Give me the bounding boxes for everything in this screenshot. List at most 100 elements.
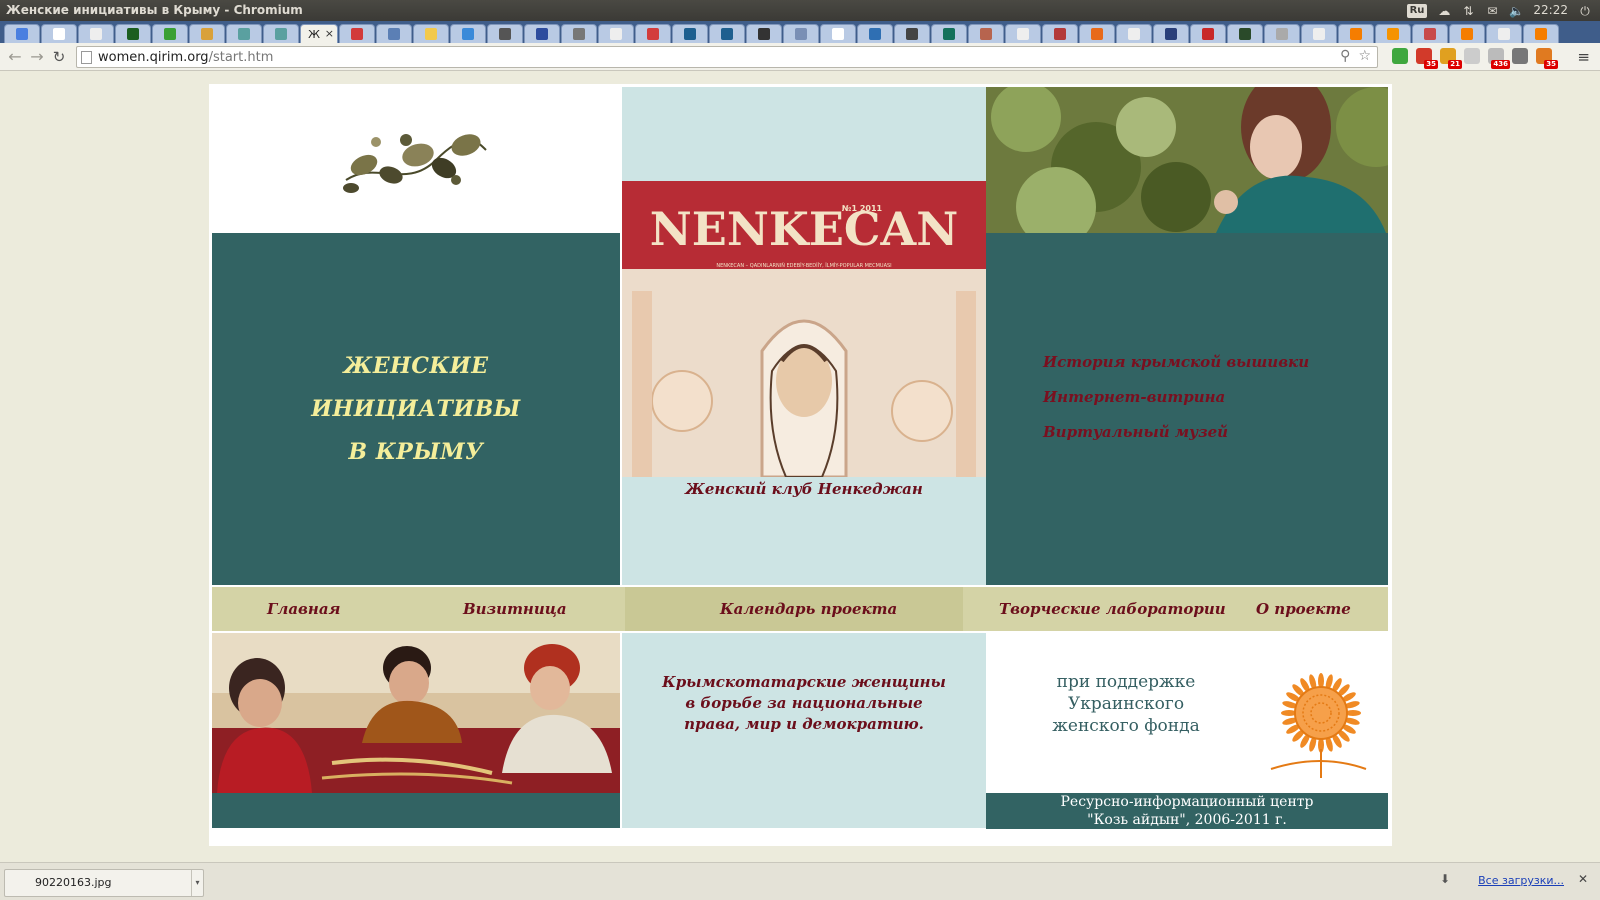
- cloud-icon[interactable]: ☁: [1437, 5, 1451, 17]
- nav-project-calendar[interactable]: Календарь проекта: [720, 587, 897, 631]
- extension-badge: 35: [1424, 60, 1438, 69]
- shield-icon: [536, 28, 548, 40]
- tab-active[interactable]: Ж ×: [300, 24, 338, 43]
- all-downloads-link[interactable]: Все загрузки...: [1478, 874, 1564, 887]
- browser-tab[interactable]: [783, 24, 819, 43]
- close-icon[interactable]: ✕: [1578, 872, 1588, 886]
- browser-tab[interactable]: [115, 24, 151, 43]
- side-links-panel: История крымской вышивки Интернет-витрин…: [986, 233, 1388, 585]
- browser-tab[interactable]: [1449, 24, 1485, 43]
- green-dot-icon[interactable]: [1392, 48, 1408, 64]
- swirl-icon: [1276, 28, 1288, 40]
- browser-tab[interactable]: [1116, 24, 1152, 43]
- nav-creative-labs[interactable]: Творческие лаборатории: [999, 587, 1226, 631]
- browser-tab[interactable]: [931, 24, 967, 43]
- nav-home[interactable]: Главная: [267, 587, 341, 631]
- keyboard-layout-indicator[interactable]: Ru: [1406, 3, 1428, 18]
- rss-icon[interactable]: 35: [1536, 48, 1558, 69]
- extension-badge: 21: [1448, 60, 1462, 69]
- url-text[interactable]: women.qirim.org/start.htm: [98, 50, 273, 65]
- browser-tab[interactable]: [820, 24, 856, 43]
- browser-tab[interactable]: [263, 24, 299, 43]
- chrome-menu-icon[interactable]: ≡: [1577, 48, 1590, 66]
- browser-tab[interactable]: [413, 24, 449, 43]
- browser-tab[interactable]: [561, 24, 597, 43]
- zoom-icon[interactable]: ⚲: [1340, 48, 1350, 64]
- nav-about-project[interactable]: О проекте: [1256, 587, 1351, 631]
- browser-tab[interactable]: [189, 24, 225, 43]
- power-icon[interactable]: ⏻: [1578, 5, 1592, 17]
- magazine-panel: NENKECAN №1 2011 NENKECAN – QADINLARNIÑ …: [622, 87, 986, 585]
- browser-tab[interactable]: [1338, 24, 1374, 43]
- sponsor-line: при поддержке: [1056, 672, 1196, 692]
- tab-strip: Ж ×: [0, 21, 1600, 43]
- abbyy-icon: [53, 28, 65, 40]
- browser-tab[interactable]: [1227, 24, 1263, 43]
- ok-icon: [1387, 28, 1399, 40]
- browser-tab[interactable]: [1005, 24, 1041, 43]
- sun-icon: [425, 28, 437, 40]
- browser-tab[interactable]: [709, 24, 745, 43]
- forward-button[interactable]: →: [26, 46, 48, 68]
- browser-tab[interactable]: [1264, 24, 1300, 43]
- browser-tab[interactable]: [524, 24, 560, 43]
- browser-tab[interactable]: [41, 24, 77, 43]
- browser-tab[interactable]: [487, 24, 523, 43]
- browser-tab[interactable]: [1042, 24, 1078, 43]
- address-bar[interactable]: women.qirim.org/start.htm ⚲ ☆: [76, 46, 1378, 68]
- browser-tab[interactable]: [4, 24, 40, 43]
- motto-line: Крымскотатарские женщины: [662, 673, 946, 691]
- web-page: ЖЕНСКИЕ ИНИЦИАТИВЫ В КРЫМУ NENKECAN №1 2…: [0, 72, 1600, 862]
- browser-tab[interactable]: [1079, 24, 1115, 43]
- download-filename: 90220163.jpg: [35, 876, 112, 889]
- window-title-bar: Женские инициативы в Крыму - Chromium Ru…: [0, 0, 1600, 21]
- clock[interactable]: 22:22: [1533, 0, 1568, 21]
- panel-icon[interactable]: [1464, 48, 1480, 64]
- browser-tab[interactable]: [1153, 24, 1189, 43]
- bookmark-star-icon[interactable]: ☆: [1358, 48, 1371, 64]
- chart-icon: [943, 28, 955, 40]
- gmail-icon[interactable]: 35: [1416, 48, 1438, 69]
- browser-tab[interactable]: [450, 24, 486, 43]
- volume-icon[interactable]: 🔈: [1509, 5, 1524, 17]
- chrome-icon[interactable]: 21: [1440, 48, 1462, 69]
- browser-tab[interactable]: [226, 24, 262, 43]
- close-tab-icon[interactable]: ×: [325, 27, 334, 40]
- embroidery-history-link[interactable]: История крымской вышивки: [1043, 353, 1309, 371]
- browser-tab[interactable]: [1486, 24, 1522, 43]
- avatar-icon: [980, 28, 992, 40]
- internet-showcase-link[interactable]: Интернет-витрина: [1043, 388, 1225, 406]
- wrench-icon[interactable]: [1512, 48, 1528, 64]
- browser-tab[interactable]: [1523, 24, 1559, 43]
- browser-tab[interactable]: [1301, 24, 1337, 43]
- browser-tab[interactable]: [376, 24, 412, 43]
- calendar-icon[interactable]: 436: [1488, 48, 1510, 69]
- browser-tab[interactable]: [78, 24, 114, 43]
- nav-business-cards[interactable]: Визитница: [463, 587, 567, 631]
- browser-tab[interactable]: [968, 24, 1004, 43]
- browser-tab[interactable]: [746, 24, 782, 43]
- browser-tab[interactable]: [339, 24, 375, 43]
- browser-tab[interactable]: [1375, 24, 1411, 43]
- virtual-museum-link[interactable]: Виртуальный музей: [1043, 423, 1228, 441]
- site-title-line: В КРЫМУ: [348, 438, 484, 465]
- network-icon[interactable]: ⇅: [1461, 5, 1475, 17]
- magazine-cover-image[interactable]: NENKECAN №1 2011 NENKECAN – QADINLARNIÑ …: [622, 181, 986, 477]
- mail-icon[interactable]: ✉: [1485, 5, 1499, 17]
- browser-tab[interactable]: [857, 24, 893, 43]
- download-menu-chevron-icon[interactable]: ▾: [191, 870, 203, 896]
- back-arrow-icon: ←: [8, 47, 22, 66]
- browser-tab[interactable]: [894, 24, 930, 43]
- browser-tab[interactable]: [1412, 24, 1448, 43]
- browser-tab[interactable]: [635, 24, 671, 43]
- reload-button[interactable]: ↻: [48, 46, 70, 68]
- browser-tab[interactable]: [1190, 24, 1226, 43]
- sunflower-logo-icon[interactable]: [1266, 663, 1376, 781]
- browser-tab[interactable]: [672, 24, 708, 43]
- back-button[interactable]: ←: [4, 46, 26, 68]
- google-icon: [16, 28, 28, 40]
- download-item[interactable]: 90220163.jpg ▾: [4, 869, 204, 897]
- magazine-caption-link[interactable]: Женский клуб Ненкеджан: [622, 480, 986, 498]
- browser-tab[interactable]: [152, 24, 188, 43]
- browser-tab[interactable]: [598, 24, 634, 43]
